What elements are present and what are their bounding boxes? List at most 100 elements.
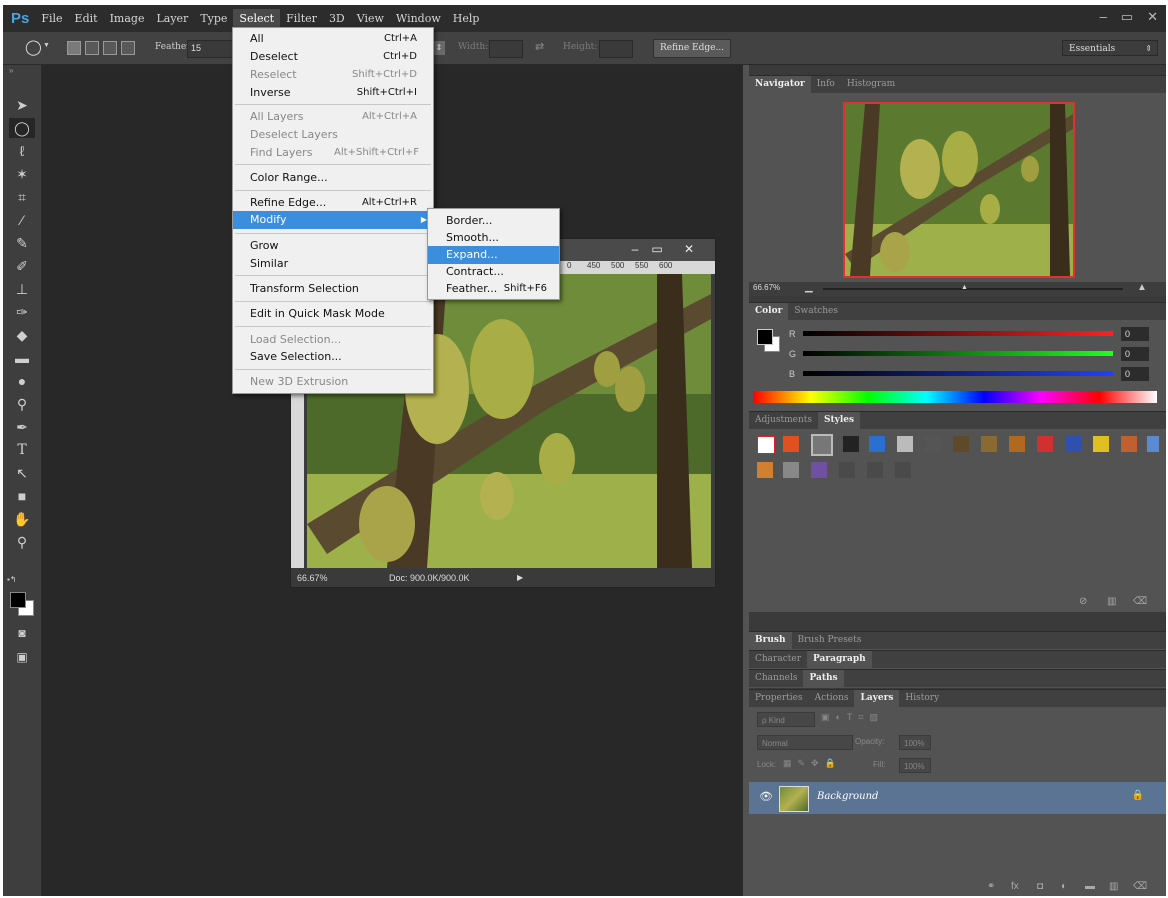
navigator-preview[interactable] [843, 102, 1075, 278]
tab-paragraph[interactable]: Paragraph [807, 651, 872, 668]
tab-navigator[interactable]: Navigator [749, 76, 811, 93]
lock-icons[interactable]: ▦✎✥🔒 [783, 758, 842, 769]
tab-info[interactable]: Info [811, 76, 841, 93]
tab-histogram[interactable]: Histogram [841, 76, 901, 93]
gradient-tool-icon[interactable]: ▬ [9, 348, 35, 368]
tab-channels[interactable]: Channels [749, 670, 803, 687]
style-swatch[interactable] [895, 462, 911, 478]
g-slider[interactable] [803, 351, 1113, 356]
default-colors-icon[interactable]: ▪↰ [7, 575, 17, 584]
menu-item-inverse[interactable]: Inverse Shift+Ctrl+I [233, 84, 433, 102]
menu-help[interactable]: Help [447, 9, 486, 28]
pen-tool-icon[interactable]: ✒ [9, 417, 35, 437]
submenu-item-contract[interactable]: Contract... [428, 263, 559, 281]
style-swatch[interactable] [925, 436, 941, 452]
magic-wand-tool-icon[interactable]: ✶ [9, 164, 35, 184]
style-swatch[interactable] [843, 436, 859, 452]
menu-item-similar[interactable]: Similar [233, 255, 433, 273]
fill-value[interactable]: 100% [899, 758, 931, 773]
layer-name[interactable]: Background [817, 791, 878, 802]
refine-edge-button[interactable]: Refine Edge... [653, 39, 731, 58]
workspace-dropdown[interactable]: Essentials ⇕ [1062, 40, 1158, 56]
elliptical-marquee-preset-icon[interactable]: ◯ [25, 38, 42, 56]
menu-edit[interactable]: Edit [69, 9, 104, 28]
eyedropper-tool-icon[interactable]: ⁄ [9, 210, 35, 230]
fx-icon[interactable]: fx [1011, 881, 1019, 892]
tab-brush-presets[interactable]: Brush Presets [792, 632, 868, 649]
status-arrow-icon[interactable]: ▶ [517, 569, 523, 587]
tab-actions[interactable]: Actions [809, 690, 855, 707]
menu-item-refine-edge[interactable]: Refine Edge... Alt+Ctrl+R [233, 194, 433, 212]
delete-layer-icon[interactable]: ⌫ [1133, 881, 1147, 892]
tab-color[interactable]: Color [749, 303, 789, 320]
menu-filter[interactable]: Filter [280, 9, 323, 28]
brush-tool-icon[interactable]: ✐ [9, 256, 35, 276]
style-swatch[interactable] [1037, 436, 1053, 452]
hand-tool-icon[interactable]: ✋ [9, 509, 35, 529]
style-dropdown-icon[interactable]: ⇕ [433, 41, 445, 55]
menu-file[interactable]: File [35, 9, 68, 28]
healing-brush-tool-icon[interactable]: ✎ [9, 233, 35, 253]
zoom-slider[interactable] [823, 288, 1123, 290]
doc-info[interactable]: Doc: 900.0K/900.0K [389, 569, 470, 587]
feather-input[interactable]: 15 [187, 40, 233, 58]
new-group-icon[interactable]: ▬ [1085, 881, 1095, 892]
style-swatch[interactable] [869, 436, 885, 452]
tab-layers[interactable]: Layers [854, 690, 900, 707]
menu-item-color-range[interactable]: Color Range... [233, 169, 433, 187]
tab-paths[interactable]: Paths [803, 670, 844, 687]
style-swatch[interactable] [981, 436, 997, 452]
restore-button[interactable]: ▭ [1121, 9, 1133, 25]
path-selection-tool-icon[interactable]: ↖ [9, 463, 35, 483]
menu-item-deselect[interactable]: Deselect Ctrl+D [233, 48, 433, 66]
layer-row-background[interactable]: 👁 Background 🔒 [749, 782, 1166, 814]
style-swatch[interactable] [1121, 436, 1137, 452]
menu-item-modify[interactable]: Modify ▶ [233, 211, 433, 229]
add-selection-icon[interactable] [85, 41, 99, 55]
b-slider[interactable] [803, 371, 1113, 376]
close-button[interactable]: ✕ [1147, 9, 1158, 25]
opacity-value[interactable]: 100% [899, 735, 931, 750]
tab-properties[interactable]: Properties [749, 690, 809, 707]
layer-kind-filter[interactable]: ρ Kind [757, 712, 815, 727]
clear-style-icon[interactable]: ⊘ [1079, 596, 1087, 607]
style-swatch[interactable] [811, 462, 827, 478]
foreground-color-swatch[interactable] [10, 592, 26, 608]
dropdown-arrow-icon[interactable]: ▼ [43, 42, 50, 49]
doc-restore-button[interactable]: ▭ [647, 241, 667, 257]
r-slider[interactable] [803, 331, 1113, 336]
style-swatch[interactable] [811, 434, 833, 456]
tab-swatches[interactable]: Swatches [788, 303, 844, 320]
clone-stamp-tool-icon[interactable]: ⊥ [9, 279, 35, 299]
menu-window[interactable]: Window [390, 9, 447, 28]
new-style-icon[interactable]: ▥ [1107, 596, 1116, 607]
style-swatch[interactable] [953, 436, 969, 452]
type-tool-icon[interactable]: T [9, 440, 35, 460]
tab-history[interactable]: History [899, 690, 945, 707]
quick-mask-icon[interactable]: ◙ [9, 623, 35, 643]
adjustment-layer-icon[interactable]: ◐ [1061, 881, 1067, 892]
style-swatch[interactable] [1093, 436, 1109, 452]
link-layers-icon[interactable]: ⚭ [987, 881, 995, 892]
width-input[interactable] [489, 40, 523, 58]
menu-item-save-selection[interactable]: Save Selection... [233, 348, 433, 366]
zoom-out-icon[interactable]: ▁ [805, 282, 813, 293]
submenu-item-border[interactable]: Border... [428, 212, 559, 230]
tab-brush[interactable]: Brush [749, 632, 792, 649]
menu-layer[interactable]: Layer [150, 9, 194, 28]
swap-icon[interactable]: ⇄ [535, 40, 544, 53]
style-swatch[interactable] [897, 436, 913, 452]
collapse-toolbar-icon[interactable]: » [9, 66, 13, 75]
submenu-item-smooth[interactable]: Smooth... [428, 229, 559, 247]
style-swatch[interactable] [1009, 436, 1025, 452]
g-value[interactable]: 0 [1121, 347, 1149, 361]
blend-mode-dropdown[interactable]: Normal [757, 735, 853, 750]
eraser-tool-icon[interactable]: ◆ [9, 325, 35, 345]
menu-item-quick-mask[interactable]: Edit in Quick Mask Mode [233, 305, 433, 323]
height-input[interactable] [599, 40, 633, 58]
r-value[interactable]: 0 [1121, 327, 1149, 341]
lasso-tool-icon[interactable]: ℓ [9, 141, 35, 161]
spectrum-bar[interactable] [753, 391, 1157, 403]
blur-tool-icon[interactable]: ● [9, 371, 35, 391]
style-swatch[interactable] [1147, 436, 1159, 452]
